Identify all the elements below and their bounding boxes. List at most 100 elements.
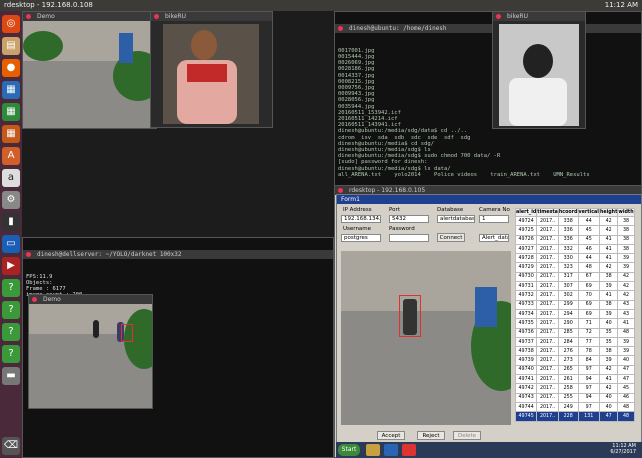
table-cell[interactable]: 84 [577, 355, 600, 366]
table-cell[interactable]: 49740 [514, 364, 538, 376]
table-cell[interactable]: 45 [577, 225, 600, 236]
table-cell[interactable]: 307 [557, 281, 579, 292]
table-cell[interactable]: 2017.. [536, 290, 559, 301]
table-cell[interactable]: 42 [598, 262, 619, 273]
column-header[interactable]: timesta [536, 208, 559, 217]
table-row[interactable]: 49733 2017.. 299 69 38 43 [514, 299, 635, 310]
table-cell[interactable]: 48 [617, 411, 635, 422]
table-cell[interactable]: 2017.. [536, 336, 559, 348]
table-cell[interactable]: 78 [577, 346, 600, 357]
table-row[interactable]: 49734 2017.. 294 69 39 43 [514, 308, 635, 320]
table-row[interactable]: 49725 2017.. 336 45 42 38 [514, 225, 635, 236]
table-cell[interactable]: 44 [577, 215, 600, 227]
trash-icon[interactable]: ⌫ [2, 437, 20, 455]
terminal-icon[interactable]: ▮ [2, 213, 20, 231]
table-cell[interactable]: 43 [617, 299, 635, 310]
table-cell[interactable]: 39 [617, 336, 635, 348]
alerts-table[interactable]: alert_id timesta hcoord vertical height width… [514, 208, 635, 422]
table-cell[interactable]: 42 [598, 364, 619, 376]
table-cell[interactable]: 332 [557, 243, 579, 255]
table-cell[interactable]: 2017.. [536, 215, 559, 227]
table-cell[interactable]: 70 [577, 290, 600, 301]
table-cell[interactable]: 45 [617, 383, 635, 394]
table-cell[interactable]: 49745 [514, 411, 538, 422]
close-icon[interactable] [26, 14, 31, 19]
table-cell[interactable]: 49742 [514, 383, 538, 394]
close-icon[interactable] [496, 14, 501, 19]
table-cell[interactable]: 49736 [514, 327, 538, 338]
table-cell[interactable]: 42 [598, 225, 619, 236]
tray-clock[interactable]: 11:12 AM 6/27/2017 [610, 443, 636, 455]
table-cell[interactable]: 49730 [514, 271, 538, 283]
bikeru-window-left[interactable]: bikeRU [150, 11, 273, 128]
table-cell[interactable]: 2017.. [536, 318, 559, 329]
table-cell[interactable]: 2017.. [536, 374, 559, 385]
table-cell[interactable]: 72 [577, 327, 600, 338]
table-cell[interactable]: 44 [577, 253, 600, 264]
table-cell[interactable]: 317 [557, 271, 579, 283]
table-cell[interactable]: 49738 [514, 346, 538, 357]
table-cell[interactable]: 69 [577, 281, 600, 292]
table-cell[interactable]: 49732 [514, 290, 538, 301]
table-row[interactable]: 49735 2017.. 290 71 40 41 [514, 318, 635, 329]
settings-icon[interactable]: ⚙ [2, 191, 20, 209]
form1-window[interactable]: Form1 IP Address 192.168.134.5 Port 5432… [336, 194, 642, 458]
close-icon[interactable] [26, 252, 31, 258]
table-cell[interactable]: 336 [557, 225, 579, 236]
close-icon[interactable] [338, 188, 343, 193]
table-cell[interactable]: 49744 [514, 401, 538, 413]
camera-select[interactable]: 1 [479, 215, 509, 223]
table-cell[interactable]: 49741 [514, 374, 538, 385]
table-cell[interactable]: 40 [598, 401, 619, 413]
bikeru-title-bar[interactable]: bikeRU [151, 12, 272, 21]
column-header[interactable]: vertical [577, 208, 600, 217]
table-cell[interactable]: 49726 [514, 234, 538, 245]
table-cell[interactable]: 94 [577, 374, 600, 385]
table-cell[interactable]: 49735 [514, 318, 538, 329]
table-cell[interactable]: 97 [577, 364, 600, 376]
form1-title-bar[interactable]: Form1 [337, 195, 641, 204]
table-cell[interactable]: 35 [598, 336, 619, 348]
table-cell[interactable]: 2017.. [536, 262, 559, 273]
table-row[interactable]: 49732 2017.. 302 70 41 42 [514, 290, 635, 301]
table-cell[interactable]: 67 [577, 271, 600, 283]
table-row[interactable]: 49742 2017.. 258 97 42 45 [514, 383, 635, 394]
table-cell[interactable]: 47 [598, 411, 619, 422]
table-cell[interactable]: 41 [598, 243, 619, 255]
ie-icon[interactable] [384, 444, 398, 456]
table-cell[interactable]: 49737 [514, 336, 538, 348]
ip-field[interactable]: 192.168.134.5 [341, 215, 381, 223]
table-cell[interactable]: 38 [598, 271, 619, 283]
close-icon[interactable] [32, 297, 37, 302]
table-cell[interactable]: 38 [617, 234, 635, 245]
calc-icon[interactable]: ▦ [2, 103, 20, 121]
close-icon[interactable] [338, 26, 343, 32]
table-row[interactable]: 49728 2017.. 330 44 41 39 [514, 253, 635, 264]
table-cell[interactable]: 49731 [514, 281, 538, 292]
table-cell[interactable]: 338 [557, 215, 579, 227]
amazon-icon[interactable]: a [2, 169, 20, 187]
table-row[interactable]: 49739 2017.. 273 84 39 40 [514, 355, 635, 366]
impress-icon[interactable]: ▦ [2, 125, 20, 143]
table-cell[interactable]: 273 [557, 355, 579, 366]
table-cell[interactable]: 255 [557, 392, 579, 403]
table-cell[interactable]: 258 [557, 383, 579, 394]
alert-data-select[interactable]: Alert_data▾ [479, 234, 509, 242]
table-cell[interactable]: 49734 [514, 308, 538, 320]
darknet-title-bar[interactable]: dinesh@dellserver: ~/YOLO/darknet 100x32 [23, 250, 333, 260]
start-button[interactable]: Start [338, 444, 360, 456]
table-cell[interactable]: 2017.. [536, 271, 559, 283]
table-cell[interactable]: 46 [577, 243, 600, 255]
table-cell[interactable]: 49743 [514, 392, 538, 403]
table-row[interactable]: 49726 2017.. 336 45 41 38 [514, 234, 635, 245]
table-row[interactable]: 49737 2017.. 284 77 35 39 [514, 336, 635, 348]
explorer-icon[interactable] [366, 444, 380, 456]
table-cell[interactable]: 2017.. [536, 364, 559, 376]
reject-button[interactable]: Reject [417, 431, 445, 440]
clock[interactable]: 11:12 AM [605, 0, 638, 11]
software-center-icon[interactable]: A [2, 147, 20, 165]
table-row[interactable]: 49740 2017.. 265 97 42 47 [514, 364, 635, 376]
table-cell[interactable]: 49739 [514, 355, 538, 366]
help-icon-4[interactable]: ? [2, 345, 20, 363]
table-cell[interactable]: 42 [617, 271, 635, 283]
